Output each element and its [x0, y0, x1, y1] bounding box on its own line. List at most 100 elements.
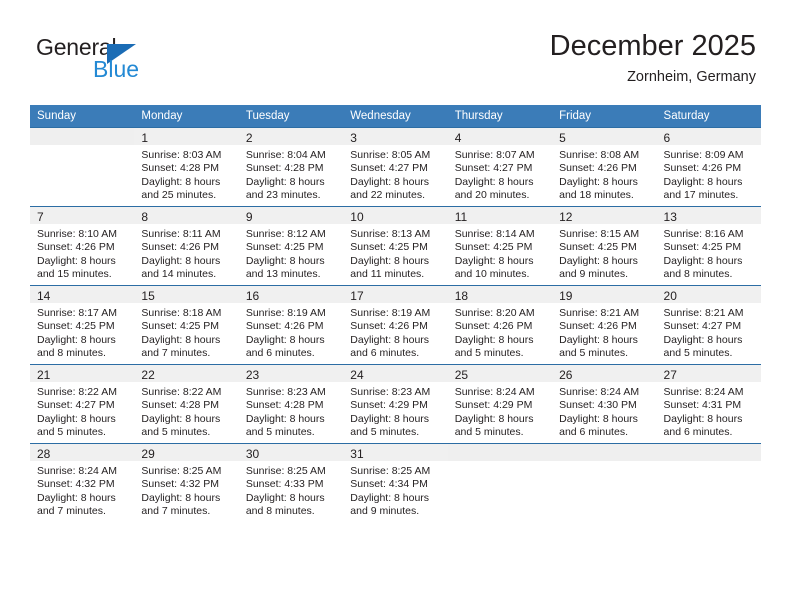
- day-details: Sunrise: 8:18 AM Sunset: 4:25 PM Daylight:…: [134, 303, 238, 361]
- calendar-day-cell[interactable]: 9 Sunrise: 8:12 AM Sunset: 4:25 PM Daylight…: [238, 206, 344, 286]
- page-subtitle: Zornheim, Germany: [627, 69, 756, 86]
- day-number-band: 26: [552, 365, 657, 382]
- calendar-day-cell[interactable]: 11 Sunrise: 8:14 AM Sunset: 4:25 PM Dayligh…: [447, 206, 553, 286]
- day-number: 14: [37, 289, 51, 303]
- day-details: Sunrise: 8:21 AM Sunset: 4:26 PM Daylight:…: [552, 303, 656, 361]
- calendar-day-cell[interactable]: 28 Sunrise: 8:24 AM Sunset: 4:32 PM Dayligh…: [30, 443, 135, 522]
- sunrise-text: Sunrise: 8:08 AM: [559, 149, 640, 161]
- day-number: 29: [141, 447, 155, 461]
- sunrise-text: Sunrise: 8:19 AM: [350, 307, 431, 319]
- daylight-text-line1: Daylight: 8 hours: [37, 333, 116, 346]
- calendar-day-cell[interactable]: 7 Sunrise: 8:10 AM Sunset: 4:26 PM Daylight…: [30, 206, 135, 286]
- day-number-band: 16: [238, 286, 344, 303]
- calendar-day-cell[interactable]: 26 Sunrise: 8:24 AM Sunset: 4:30 PM Dayligh…: [552, 364, 657, 444]
- day-number-band: 17: [343, 286, 448, 303]
- calendar-day-cell[interactable]: 24 Sunrise: 8:23 AM Sunset: 4:29 PM Dayligh…: [343, 364, 448, 444]
- day-number-band: 29: [134, 444, 239, 461]
- calendar-table: Sunday Monday Tuesday Wednesday Thursday Frid…: [30, 105, 761, 522]
- calendar-day-cell[interactable]: 1 Sunrise: 8:03 AM Sunset: 4:28 PM Daylight…: [134, 127, 239, 207]
- day-number-band: 9: [238, 207, 344, 224]
- calendar-day-cell[interactable]: 5 Sunrise: 8:08 AM Sunset: 4:26 PM Daylight…: [552, 127, 657, 207]
- daylight-text-line1: Daylight: 8 hours: [454, 254, 534, 267]
- day-number-band: [30, 128, 135, 145]
- sunset-text: Sunset: 4:25 PM: [37, 320, 115, 333]
- day-details: Sunrise: 8:17 AM Sunset: 4:25 PM Daylight:…: [30, 303, 134, 361]
- calendar-day-cell[interactable]: 22 Sunrise: 8:22 AM Sunset: 4:28 PM Dayligh…: [134, 364, 239, 444]
- day-number-band: 27: [656, 365, 761, 382]
- calendar-week-row: 28 Sunrise: 8:24 AM Sunset: 4:32 PM Dayligh…: [30, 443, 761, 522]
- calendar-header-row: Sunday Monday Tuesday Wednesday Thursday Frid…: [30, 105, 761, 128]
- daylight-text-line1: Daylight: 8 hours: [663, 175, 743, 188]
- calendar-day-cell[interactable]: 29 Sunrise: 8:25 AM Sunset: 4:32 PM Dayligh…: [134, 443, 239, 522]
- sunset-text: Sunset: 4:29 PM: [454, 399, 533, 412]
- daylight-text-line1: Daylight: 8 hours: [663, 333, 743, 346]
- daylight-text-line2: and 10 minutes.: [454, 268, 530, 281]
- daylight-text-line2: and 7 minutes.: [141, 347, 211, 360]
- calendar-day-cell[interactable]: 16 Sunrise: 8:19 AM Sunset: 4:26 PM Dayligh…: [238, 285, 344, 365]
- sunset-text: Sunset: 4:25 PM: [350, 241, 428, 254]
- calendar-day-cell[interactable]: 15 Sunrise: 8:18 AM Sunset: 4:25 PM Dayligh…: [134, 285, 239, 365]
- daylight-text-line1: Daylight: 8 hours: [245, 412, 325, 425]
- sunrise-text: Sunrise: 8:16 AM: [663, 228, 744, 240]
- day-number: 16: [245, 289, 260, 303]
- weekday-header-sunday: Sunday: [30, 105, 135, 128]
- day-number-band: 1: [134, 128, 239, 145]
- calendar-day-cell[interactable]: 20 Sunrise: 8:21 AM Sunset: 4:27 PM Dayligh…: [656, 285, 761, 365]
- day-number: 26: [559, 368, 573, 382]
- calendar-day-cell[interactable]: 17 Sunrise: 8:19 AM Sunset: 4:26 PM Dayligh…: [343, 285, 448, 365]
- daylight-text-line2: and 5 minutes.: [141, 426, 211, 439]
- day-details: Sunrise: 8:16 AM Sunset: 4:25 PM Daylight:…: [657, 224, 761, 282]
- calendar-day-cell[interactable]: 10 Sunrise: 8:13 AM Sunset: 4:25 PM Dayligh…: [343, 206, 448, 286]
- daylight-text-line2: and 7 minutes.: [141, 505, 211, 518]
- daylight-text-line2: and 22 minutes.: [350, 189, 425, 202]
- day-details: Sunrise: 8:24 AM Sunset: 4:30 PM Daylight:…: [552, 382, 656, 440]
- brand-logo[interactable]: General Blue: [36, 36, 236, 88]
- calendar-day-cell[interactable]: 31 Sunrise: 8:25 AM Sunset: 4:34 PM Dayligh…: [343, 443, 448, 522]
- calendar-day-cell[interactable]: 30 Sunrise: 8:25 AM Sunset: 4:33 PM Dayligh…: [238, 443, 344, 522]
- calendar-day-cell[interactable]: 23 Sunrise: 8:23 AM Sunset: 4:28 PM Dayligh…: [238, 364, 344, 444]
- sunset-text: Sunset: 4:26 PM: [663, 162, 742, 175]
- calendar-day-cell[interactable]: 2 Sunrise: 8:04 AM Sunset: 4:28 PM Daylight…: [238, 127, 344, 207]
- calendar-day-cell[interactable]: 6 Sunrise: 8:09 AM Sunset: 4:26 PM Daylight…: [656, 127, 761, 207]
- calendar-day-cell[interactable]: 19 Sunrise: 8:21 AM Sunset: 4:26 PM Dayligh…: [552, 285, 657, 365]
- calendar-day-cell[interactable]: 21 Sunrise: 8:22 AM Sunset: 4:27 PM Dayligh…: [30, 364, 135, 444]
- daylight-text-line1: Daylight: 8 hours: [350, 175, 430, 188]
- day-number: 20: [663, 289, 677, 303]
- day-number: 25: [454, 368, 469, 382]
- daylight-text-line2: and 5 minutes.: [37, 426, 106, 439]
- calendar-body: 1 Sunrise: 8:03 AM Sunset: 4:28 PM Daylight…: [30, 127, 761, 522]
- day-number: 15: [141, 289, 155, 303]
- calendar-page: General Blue December 2025 Zornheim, Ger…: [0, 0, 792, 612]
- day-details: Sunrise: 8:04 AM Sunset: 4:28 PM Daylight:…: [239, 145, 343, 203]
- day-details: Sunrise: 8:14 AM Sunset: 4:25 PM Daylight:…: [448, 224, 552, 282]
- sunset-text: Sunset: 4:25 PM: [454, 241, 533, 254]
- day-details: Sunrise: 8:23 AM Sunset: 4:29 PM Daylight:…: [343, 382, 447, 440]
- sunrise-text: Sunrise: 8:07 AM: [454, 149, 535, 161]
- daylight-text-line1: Daylight: 8 hours: [141, 175, 221, 188]
- calendar-day-cell[interactable]: 25 Sunrise: 8:24 AM Sunset: 4:29 PM Dayligh…: [447, 364, 553, 444]
- daylight-text-line2: and 8 minutes.: [245, 505, 315, 518]
- day-details: Sunrise: 8:11 AM Sunset: 4:26 PM Daylight:…: [134, 224, 238, 282]
- sunrise-text: Sunrise: 8:10 AM: [37, 228, 117, 240]
- day-number-band: 4: [447, 128, 553, 145]
- calendar-day-cell[interactable]: 27 Sunrise: 8:24 AM Sunset: 4:31 PM Dayligh…: [656, 364, 761, 444]
- calendar-day-cell[interactable]: 13 Sunrise: 8:16 AM Sunset: 4:25 PM Dayligh…: [656, 206, 761, 286]
- calendar-day-cell[interactable]: 8 Sunrise: 8:11 AM Sunset: 4:26 PM Daylight…: [134, 206, 239, 286]
- day-number: 4: [454, 131, 462, 145]
- daylight-text-line2: and 7 minutes.: [37, 505, 106, 518]
- calendar-day-cell[interactable]: 3 Sunrise: 8:05 AM Sunset: 4:27 PM Daylight…: [343, 127, 448, 207]
- day-number: 6: [663, 131, 671, 145]
- calendar-day-cell[interactable]: 18 Sunrise: 8:20 AM Sunset: 4:26 PM Dayligh…: [447, 285, 553, 365]
- calendar-day-cell[interactable]: 4 Sunrise: 8:07 AM Sunset: 4:27 PM Daylight…: [447, 127, 553, 207]
- sunset-text: Sunset: 4:26 PM: [141, 241, 220, 254]
- sunrise-text: Sunrise: 8:23 AM: [245, 386, 326, 398]
- calendar-day-cell[interactable]: 14 Sunrise: 8:17 AM Sunset: 4:25 PM Dayligh…: [30, 285, 135, 365]
- sunrise-text: Sunrise: 8:09 AM: [663, 149, 744, 161]
- daylight-text-line2: and 6 minutes.: [350, 347, 420, 360]
- sunrise-text: Sunrise: 8:12 AM: [245, 228, 326, 240]
- calendar-day-cell[interactable]: 12 Sunrise: 8:15 AM Sunset: 4:25 PM Dayligh…: [552, 206, 657, 286]
- day-number-band: 8: [134, 207, 239, 224]
- day-number-band: [552, 444, 657, 461]
- sunrise-text: Sunrise: 8:05 AM: [350, 149, 431, 161]
- sunset-text: Sunset: 4:28 PM: [245, 399, 324, 412]
